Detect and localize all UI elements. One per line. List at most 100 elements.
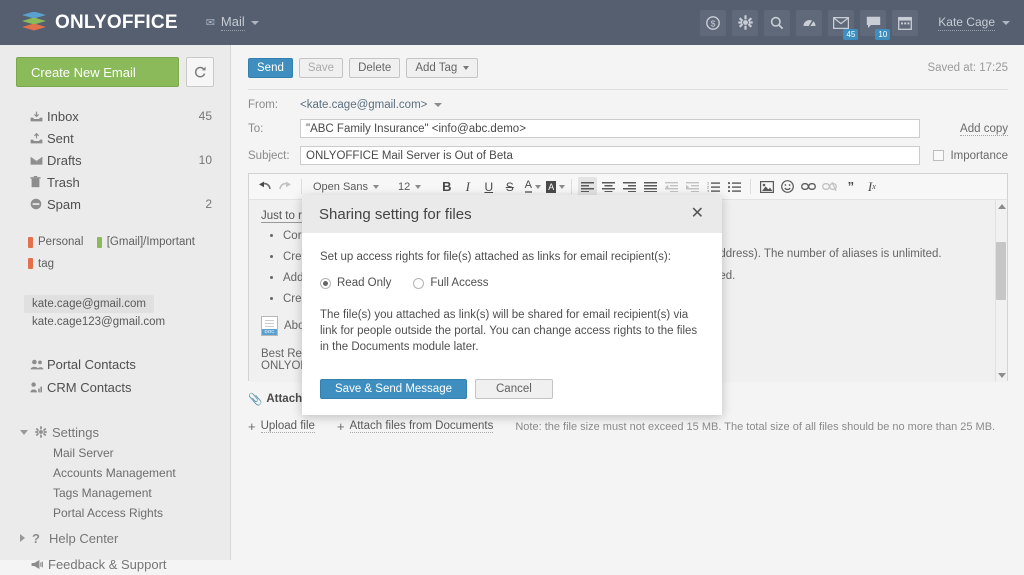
clear-format-icon[interactable]: Ix: [862, 177, 881, 197]
radio-read-only-control[interactable]: [320, 277, 331, 289]
tag-item[interactable]: tag: [28, 254, 54, 274]
delete-button[interactable]: Delete: [349, 58, 401, 78]
send-button[interactable]: Send: [248, 58, 293, 78]
radio-full-access-control[interactable]: [413, 277, 425, 289]
refresh-icon[interactable]: [186, 57, 214, 87]
module-switcher[interactable]: ✉ Mail: [206, 14, 259, 31]
font-family-select[interactable]: Open Sans: [308, 177, 384, 197]
add-copy-link[interactable]: Add copy: [960, 122, 1008, 136]
importance-label: Importance: [950, 149, 1008, 162]
ordered-list-icon[interactable]: 123: [704, 177, 723, 197]
chevron-down-icon: [250, 20, 259, 25]
scroll-up-arrow-icon[interactable]: [998, 204, 1006, 209]
dialog-body: Set up access rights for file(s) attache…: [302, 233, 722, 415]
unordered-list-icon[interactable]: [725, 177, 744, 197]
onlyoffice-logo-icon: [22, 11, 46, 34]
from-label: From:: [248, 99, 279, 111]
contacts-nav: Portal Contacts CRM Contacts: [0, 353, 230, 399]
text-color-icon[interactable]: A: [523, 177, 542, 197]
sidebar-subitem-mail-server[interactable]: Mail Server: [0, 443, 230, 463]
upload-file-button[interactable]: + Upload file: [248, 419, 315, 434]
sidebar-item-inbox[interactable]: Inbox 45: [0, 105, 230, 127]
undo-icon[interactable]: [255, 177, 274, 197]
link-icon[interactable]: [799, 177, 818, 197]
outdent-icon[interactable]: [662, 177, 681, 197]
calendar-icon[interactable]: [892, 9, 919, 36]
tag-item[interactable]: Personal: [28, 232, 83, 252]
sidebar-item-feedback[interactable]: Feedback & Support: [0, 553, 230, 575]
align-left-icon[interactable]: [578, 176, 598, 197]
message-action-bar: Send Save Delete Add Tag Saved at: 17:25: [248, 58, 1008, 78]
indent-icon[interactable]: [683, 177, 702, 197]
sidebar-subitem-portal-access-rights[interactable]: Portal Access Rights: [0, 503, 230, 523]
upload-file-label: Upload file: [260, 420, 315, 433]
align-right-icon[interactable]: [620, 177, 639, 197]
unlink-icon[interactable]: [820, 177, 839, 197]
from-selector[interactable]: <kate.cage@gmail.com>: [300, 99, 443, 111]
bold-icon[interactable]: B: [437, 177, 456, 197]
scrollbar-thumb[interactable]: [996, 242, 1006, 300]
payments-icon[interactable]: $: [700, 9, 727, 36]
search-icon[interactable]: [764, 9, 791, 36]
subject-input[interactable]: [300, 146, 920, 165]
blockquote-icon[interactable]: ”: [841, 177, 860, 197]
strikethrough-icon[interactable]: S: [500, 177, 519, 197]
sidebar-item-help-center[interactable]: ? Help Center: [0, 527, 230, 549]
create-new-email-button[interactable]: Create New Email: [16, 57, 179, 87]
sidebar-item-drafts[interactable]: Drafts 10: [0, 149, 230, 171]
image-icon[interactable]: [757, 177, 776, 197]
align-justify-icon[interactable]: [641, 177, 660, 197]
dialog-title: Sharing setting for files: [319, 205, 472, 223]
saved-at-status: Saved at: 17:25: [927, 62, 1008, 74]
account-item-primary[interactable]: kate.cage@gmail.com: [24, 295, 154, 313]
font-size-select[interactable]: 12: [393, 177, 426, 197]
sidebar-item-trash[interactable]: Trash: [0, 171, 230, 193]
highlight-color-icon[interactable]: A: [546, 177, 566, 197]
close-icon[interactable]: ✕: [687, 204, 708, 224]
sidebar-item-portal-contacts[interactable]: Portal Contacts: [0, 353, 230, 376]
gauge-icon[interactable]: [796, 9, 823, 36]
sidebar-item-count: 45: [198, 109, 212, 123]
importance-checkbox[interactable]: [933, 150, 945, 161]
italic-icon[interactable]: I: [458, 177, 477, 197]
attach-from-documents-button[interactable]: + Attach files from Documents: [337, 419, 494, 434]
user-menu[interactable]: Kate Cage: [938, 15, 1010, 31]
save-button[interactable]: Save: [298, 58, 344, 78]
dialog-header: Sharing setting for files ✕: [302, 195, 722, 233]
editor-scrollbar[interactable]: [995, 200, 1007, 382]
from-value: <kate.cage@gmail.com>: [300, 99, 428, 111]
tag-item[interactable]: [Gmail]/Important: [96, 232, 195, 252]
inbox-icon: [30, 111, 47, 122]
access-rights-radio-group: Read Only Full Access: [320, 277, 704, 289]
sidebar-subitem-tags-management[interactable]: Tags Management: [0, 483, 230, 503]
mail-icon[interactable]: 45: [828, 9, 859, 40]
radio-read-only[interactable]: Read Only: [320, 277, 391, 289]
sidebar-subitem-accounts-management[interactable]: Accounts Management: [0, 463, 230, 483]
align-center-icon[interactable]: [599, 177, 618, 197]
sidebar-item-label: Spam: [47, 196, 81, 212]
spam-icon: [30, 198, 47, 210]
sidebar-item-crm-contacts[interactable]: CRM Contacts: [0, 376, 230, 399]
paperclip-icon: 📎: [248, 394, 263, 406]
save-and-send-message-button[interactable]: Save & Send Message: [320, 379, 467, 399]
brand-logo[interactable]: ONLYOFFICE: [0, 11, 178, 34]
logo-text: ONLYOFFICE: [55, 11, 178, 33]
radio-full-access[interactable]: Full Access: [413, 277, 489, 289]
mail-badge: 45: [843, 28, 859, 40]
sidebar-item-settings[interactable]: Settings: [0, 421, 230, 443]
sidebar-item-count: 10: [198, 153, 212, 167]
add-tag-button[interactable]: Add Tag: [406, 58, 479, 78]
cancel-button[interactable]: Cancel: [475, 379, 553, 399]
account-item-secondary[interactable]: kate.cage123@gmail.com: [24, 313, 173, 331]
underline-icon[interactable]: U: [479, 177, 498, 197]
sent-icon: [30, 132, 47, 144]
to-input[interactable]: [300, 119, 920, 138]
importance-toggle[interactable]: Importance: [928, 150, 1008, 162]
redo-icon[interactable]: [276, 177, 295, 197]
chat-icon[interactable]: 10: [860, 9, 891, 40]
sidebar-item-sent[interactable]: Sent: [0, 127, 230, 149]
settings-gear-icon[interactable]: [732, 9, 759, 36]
scroll-down-arrow-icon[interactable]: [998, 373, 1006, 378]
sidebar-item-spam[interactable]: Spam 2: [0, 193, 230, 215]
emoji-icon[interactable]: [778, 177, 797, 197]
